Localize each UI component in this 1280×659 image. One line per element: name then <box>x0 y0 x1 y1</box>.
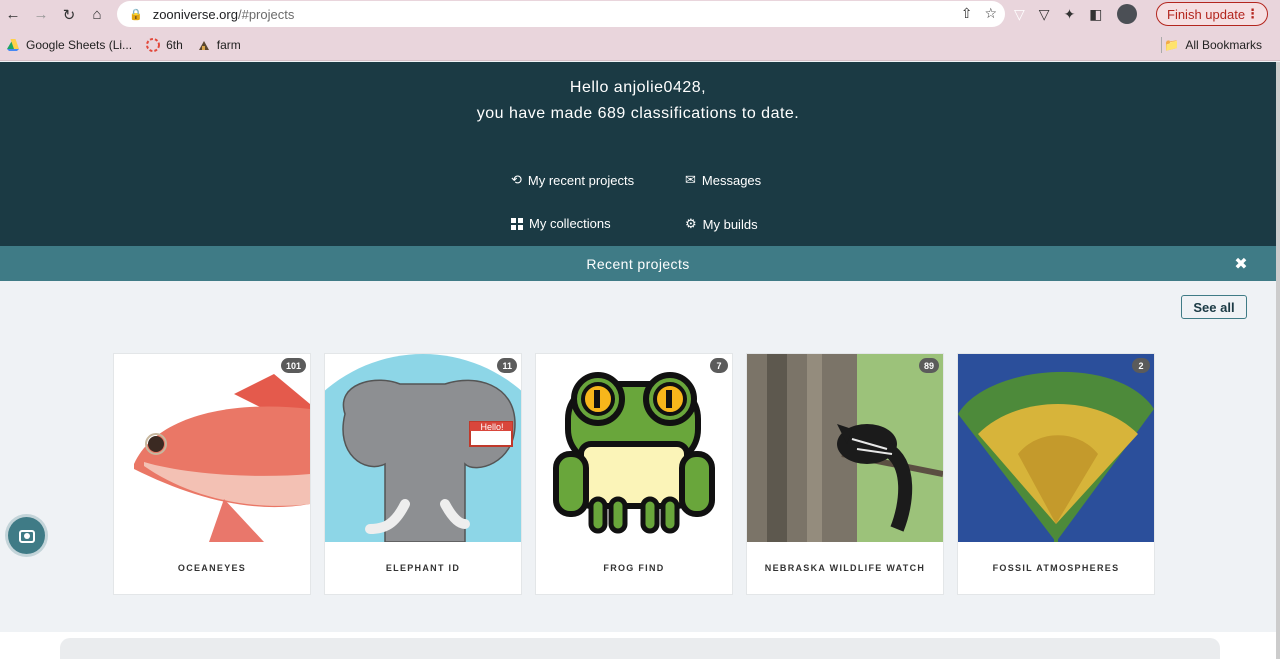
lock-icon: 🔒 <box>129 8 143 21</box>
home-icon[interactable]: ⌂ <box>86 4 108 26</box>
bookmark-label: 6th <box>166 37 183 52</box>
classification-count-badge: 89 <box>918 358 939 373</box>
all-bookmarks[interactable]: 📁 All Bookmarks <box>1164 38 1262 52</box>
my-builds-link[interactable]: ⚙ My builds <box>685 216 758 232</box>
recent-projects-bar: Recent projects ✖ <box>0 246 1276 281</box>
project-thumbnail <box>325 354 521 542</box>
classification-count: you have made 689 classifications to dat… <box>476 105 800 122</box>
shield-extension-icon[interactable]: ▽ <box>1014 6 1025 23</box>
footer-panel <box>60 638 1220 659</box>
history-icon: ⟲ <box>511 172 522 187</box>
puzzle-extension-icon[interactable]: ✦ <box>1064 6 1076 23</box>
link-label: My recent projects <box>527 172 635 188</box>
project-name: FOSSIL ATMOSPHERES <box>992 563 1120 573</box>
project-card-frog-find[interactable]: 7 FROG FIND <box>535 353 733 595</box>
classification-count-badge: 2 <box>1132 358 1150 373</box>
menu-dots-icon: ⋮ <box>1246 6 1259 21</box>
finish-update-button[interactable]: Finish update ⋮ <box>1156 2 1268 26</box>
recent-projects-title: Recent projects <box>586 255 690 272</box>
forward-arrow-icon[interactable]: → <box>30 4 52 26</box>
my-recent-projects-link[interactable]: ⟲ My recent projects <box>511 172 634 188</box>
folder-icon: 📁 <box>1164 37 1180 52</box>
project-card-nebraska-wildlife-watch[interactable]: 89 NEBRASKA WILDLIFE WATCH <box>746 353 944 595</box>
my-collections-link[interactable]: My collections <box>511 216 611 231</box>
bookmark-label: Google Sheets (Li... <box>26 37 133 52</box>
project-card-oceaneyes[interactable]: 101 OCEANEYES <box>113 353 311 595</box>
accessibility-button[interactable] <box>8 517 45 554</box>
profile-avatar[interactable] <box>1116 4 1137 24</box>
accessibility-icon <box>18 529 35 543</box>
close-icon[interactable]: ✖ <box>1234 254 1248 274</box>
google-drive-icon <box>7 38 19 51</box>
footer <box>0 632 1276 659</box>
url-domain: zooniverse.org <box>152 6 238 22</box>
bookmark-label: farm <box>216 37 241 52</box>
bookmarks-bar: Google Sheets (Li... 6th farm 📁 All Book… <box>0 29 1280 61</box>
address-bar[interactable]: 🔒 zooniverse.org/#projects ⇧ ☆ <box>117 1 1005 27</box>
bookmark-google-sheets[interactable]: Google Sheets (Li... <box>6 38 132 52</box>
project-name: OCEANEYES <box>177 563 247 573</box>
bookmarks-separator <box>1161 37 1162 53</box>
classification-count-badge: 11 <box>497 358 517 373</box>
finish-update-label: Finish update <box>1167 6 1246 22</box>
project-card-fossil-atmospheres[interactable]: 2 FOSSIL ATMOSPHERES <box>957 353 1155 595</box>
messages-link[interactable]: ✉ Messages <box>685 172 761 188</box>
gear-icon: ⚙ <box>685 216 697 231</box>
project-name: NEBRASKA WILDLIFE WATCH <box>764 563 926 573</box>
project-thumbnail <box>747 354 943 542</box>
side-panel-icon[interactable]: ◧ <box>1089 6 1102 23</box>
greeting: Hello anjolie0428, <box>569 79 707 96</box>
classification-count-badge: 101 <box>280 358 306 373</box>
link-label: Messages <box>701 172 762 188</box>
hello-sign-text: Hello! <box>480 422 504 432</box>
flower-icon <box>146 37 161 52</box>
bookmark-farm[interactable]: farm <box>197 38 241 52</box>
browser-toolbar: ← → ↻ ⌂ 🔒 zooniverse.org/#projects ⇧ ☆ ▽… <box>0 0 1280 29</box>
project-name: ELEPHANT ID <box>385 563 461 573</box>
project-card-elephant-id[interactable]: Hello! 11 ELEPHANT ID <box>324 353 522 595</box>
grid-icon <box>511 217 523 230</box>
hero-banner: Hello anjolie0428, you have made 689 cla… <box>0 62 1276 246</box>
link-label: My builds <box>702 216 758 232</box>
project-thumbnail <box>536 354 732 542</box>
bookmark-6th[interactable]: 6th <box>146 37 183 52</box>
link-label: My collections <box>529 216 611 231</box>
reload-icon[interactable]: ↻ <box>58 4 80 26</box>
classification-count-badge: 7 <box>710 358 728 373</box>
envelope-icon: ✉ <box>685 172 696 187</box>
project-name: FROG FIND <box>603 563 665 573</box>
all-bookmarks-label: All Bookmarks <box>1185 37 1262 52</box>
scrollbar[interactable] <box>1276 62 1280 659</box>
back-arrow-icon[interactable]: ← <box>2 4 24 26</box>
project-thumbnail <box>114 354 310 542</box>
see-all-button[interactable]: See all <box>1181 295 1247 319</box>
star-icon[interactable]: ☆ <box>984 5 997 22</box>
share-icon[interactable]: ⇧ <box>961 5 973 22</box>
url-path: /#projects <box>237 6 295 22</box>
farm-icon <box>198 40 209 50</box>
project-thumbnail <box>958 354 1154 542</box>
shield-outline-icon[interactable]: ▽ <box>1039 6 1050 23</box>
